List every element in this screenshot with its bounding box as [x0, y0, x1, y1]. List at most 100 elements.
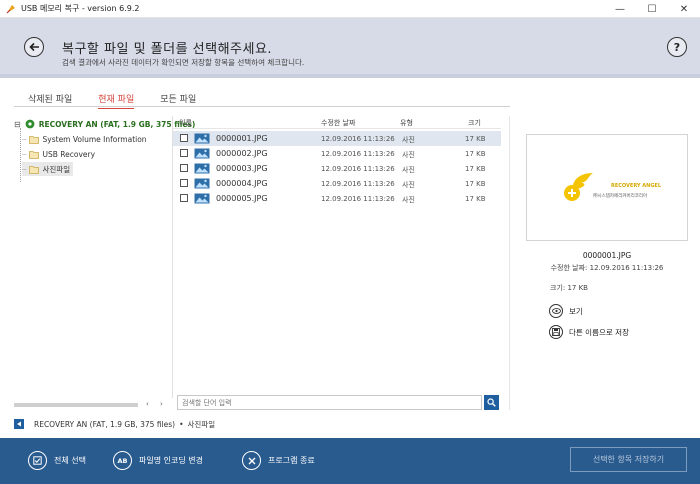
- table-row[interactable]: 0000001.JPG 12.09.2016 11:13:26 사진 17 KB: [173, 131, 501, 146]
- scroll-right-icon[interactable]: ›: [160, 400, 163, 408]
- title-bar: USB 메모리 복구 - version 6.9.2 — ☐ ✕: [0, 0, 700, 18]
- breadcrumb: RECOVERY AN (FAT, 1.9 GB, 375 files) • 사…: [14, 418, 684, 430]
- file-list: 이름 수정한 날짜 유형 크기 0000001.JPG 12.09.2016 1…: [172, 116, 501, 398]
- view-button[interactable]: 보기: [549, 304, 583, 318]
- path-back-button[interactable]: [14, 419, 24, 429]
- column-header-date[interactable]: 수정한 날짜: [321, 118, 355, 128]
- file-type: 사진: [402, 196, 415, 204]
- arrow-left-icon: [28, 42, 39, 52]
- image-file-icon: [194, 178, 210, 189]
- image-file-icon: [194, 193, 210, 204]
- file-type: 사진: [402, 151, 415, 159]
- select-all-icon: [28, 451, 47, 470]
- search-icon: [487, 398, 496, 407]
- minimize-button[interactable]: —: [604, 0, 636, 18]
- file-size: 17 KB: [465, 165, 486, 173]
- change-encoding-label: 파일명 인코딩 변경: [139, 456, 203, 465]
- save-as-button[interactable]: 다른 이름으로 저장: [549, 325, 629, 339]
- breadcrumb-drive: RECOVERY AN (FAT, 1.9 GB, 375 files): [34, 419, 176, 429]
- tree-item-label: 사진파일: [42, 164, 71, 174]
- file-size: 17 KB: [465, 195, 486, 203]
- tree-item-photos[interactable]: ┄ 사진파일: [22, 162, 74, 176]
- triangle-left-icon: [17, 421, 21, 427]
- row-checkbox[interactable]: [180, 149, 188, 157]
- list-header: 이름 수정한 날짜 유형 크기: [173, 116, 501, 129]
- tree-horizontal-scrollbar[interactable]: ‹ ›: [14, 400, 171, 410]
- tree-item-system-volume[interactable]: ┄ System Volume Information: [22, 132, 147, 146]
- search-input[interactable]: [178, 396, 481, 409]
- collapse-icon[interactable]: ⊟: [14, 120, 21, 129]
- file-size: 17 KB: [465, 135, 486, 143]
- change-encoding-button[interactable]: AB 파일명 인코딩 변경: [113, 451, 203, 470]
- save-as-label: 다른 이름으로 저장: [569, 327, 629, 337]
- exit-program-label: 프로그램 종료: [268, 456, 315, 465]
- eye-icon: [549, 304, 563, 318]
- header-divider: [0, 74, 700, 78]
- file-name: 0000003.JPG: [216, 164, 268, 173]
- select-all-button[interactable]: 전체 선택: [28, 451, 86, 470]
- table-row[interactable]: 0000003.JPG 12.09.2016 11:13:26 사진 17 KB: [173, 161, 501, 176]
- file-size: 17 KB: [465, 150, 486, 158]
- file-date: 12.09.2016 11:13:26: [321, 135, 395, 143]
- tree-guide-line: [20, 128, 21, 182]
- image-file-icon: [194, 133, 210, 144]
- file-date: 12.09.2016 11:13:26: [321, 150, 395, 158]
- back-button[interactable]: [24, 37, 44, 57]
- preview-divider: [509, 116, 510, 410]
- help-button[interactable]: ?: [667, 37, 687, 57]
- scroll-left-icon[interactable]: ‹: [146, 400, 149, 408]
- close-x-icon: [242, 451, 261, 470]
- file-type: 사진: [402, 166, 415, 174]
- image-file-icon: [194, 148, 210, 159]
- logo-subtext: ㈜시스템카페리커버리코리아: [593, 194, 648, 199]
- exit-program-button[interactable]: 프로그램 종료: [242, 451, 315, 470]
- folder-icon: [28, 135, 39, 144]
- tree-item-label: System Volume Information: [42, 134, 147, 144]
- file-name: 0000004.JPG: [216, 179, 268, 188]
- table-row[interactable]: 0000005.JPG 12.09.2016 11:13:26 사진 17 KB: [173, 191, 501, 206]
- row-checkbox[interactable]: [180, 164, 188, 172]
- column-header-size[interactable]: 크기: [468, 118, 481, 128]
- column-header-type[interactable]: 유형: [400, 118, 413, 128]
- header: 복구할 파일 및 폴더를 선택해주세요. 검색 결과에서 사라진 데이터가 확인…: [0, 18, 700, 74]
- file-name: 0000002.JPG: [216, 149, 268, 158]
- folder-tree: ⊟ RECOVERY AN (FAT, 1.9 GB, 375 files) ┄…: [14, 116, 195, 398]
- table-row[interactable]: 0000004.JPG 12.09.2016 11:13:26 사진 17 KB: [173, 176, 501, 191]
- recovery-angel-logo: [564, 173, 593, 201]
- row-checkbox[interactable]: [180, 194, 188, 202]
- file-name: 0000005.JPG: [216, 194, 268, 203]
- row-checkbox[interactable]: [180, 179, 188, 187]
- page-subtitle: 검색 결과에서 사라진 데이터가 확인되면 저장할 항목을 선택하여 체크합니다…: [62, 58, 305, 67]
- preview-file-size: 크기: 17 KB: [550, 284, 588, 292]
- preview-file-date: 수정한 날짜: 12.09.2016 11:13:26: [550, 264, 664, 272]
- file-size: 17 KB: [465, 180, 486, 188]
- encoding-ab-icon: AB: [113, 451, 132, 470]
- search-button[interactable]: [484, 395, 499, 410]
- footer-bar: 전체 선택 AB 파일명 인코딩 변경 프로그램 종료 선택한 항목 저장하기: [0, 438, 700, 484]
- image-file-icon: [194, 163, 210, 174]
- tree-item-usb-recovery[interactable]: ┄ USB Recovery: [22, 147, 95, 161]
- folder-icon: [28, 165, 39, 174]
- maximize-button[interactable]: ☐: [636, 0, 668, 18]
- row-checkbox[interactable]: [180, 134, 188, 142]
- file-date: 12.09.2016 11:13:26: [321, 165, 395, 173]
- preview-file-name: 0000001.JPG: [582, 251, 632, 260]
- usb-app-icon: [6, 4, 15, 13]
- save-selected-button[interactable]: 선택한 항목 저장하기: [570, 447, 687, 472]
- search-field[interactable]: [177, 395, 482, 410]
- window-title: USB 메모리 복구 - version 6.9.2: [21, 4, 140, 13]
- tabs-divider: [14, 106, 510, 107]
- logo-text: RECOVERY ANGEL: [611, 183, 662, 189]
- close-button[interactable]: ✕: [668, 0, 700, 18]
- drive-icon: [25, 119, 35, 129]
- file-date: 12.09.2016 11:13:26: [321, 180, 395, 188]
- file-name: 0000001.JPG: [216, 134, 268, 143]
- column-header-name[interactable]: 이름: [179, 118, 192, 128]
- folder-icon: [28, 150, 39, 159]
- floppy-disk-icon: [549, 325, 563, 339]
- tree-item-label: USB Recovery: [42, 149, 96, 159]
- tree-item-drive[interactable]: ⊟ RECOVERY AN (FAT, 1.9 GB, 375 files): [14, 117, 195, 131]
- table-row[interactable]: 0000002.JPG 12.09.2016 11:13:26 사진 17 KB: [173, 146, 501, 161]
- scrollbar-thumb[interactable]: [14, 403, 138, 407]
- file-type: 사진: [402, 136, 415, 144]
